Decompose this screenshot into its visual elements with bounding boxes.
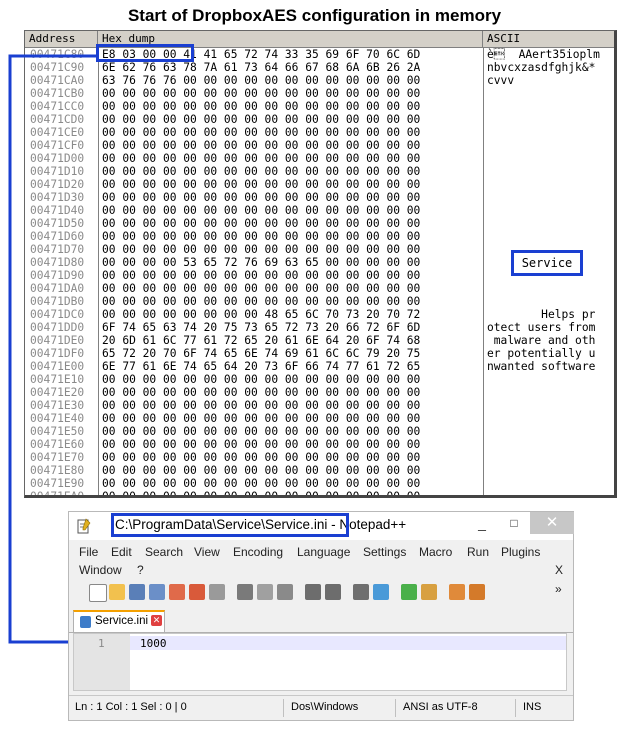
highlight-file-path: [111, 513, 349, 537]
file-icon: [80, 616, 91, 628]
tab-bar: Service.ini ✕: [69, 610, 573, 633]
current-line-highlight: [130, 636, 566, 650]
toolbar: »: [69, 582, 573, 606]
notepad-app-icon: [77, 518, 91, 534]
close-window-button[interactable]: ✕: [530, 512, 574, 534]
maximize-button[interactable]: □: [499, 512, 529, 534]
menu-edit[interactable]: Edit: [111, 545, 132, 559]
notepad-titlebar: C:\ProgramData\Service\Service.ini - Not…: [69, 512, 574, 540]
status-eol: Dos\Windows: [291, 701, 359, 713]
status-position: Ln : 1 Col : 1 Sel : 0 | 0: [75, 701, 187, 713]
copy-icon[interactable]: [257, 584, 273, 600]
tab-close-icon[interactable]: ✕: [151, 615, 162, 626]
find-icon[interactable]: [353, 584, 369, 600]
menu-run[interactable]: Run: [467, 545, 489, 559]
line-number: 1: [98, 637, 105, 650]
menu-bar: File Edit Search View Encoding Language …: [69, 542, 573, 580]
word-wrap-icon[interactable]: [469, 584, 485, 600]
menu-search[interactable]: Search: [145, 545, 183, 559]
cut-icon[interactable]: [237, 584, 253, 600]
tab-service-ini[interactable]: Service.ini ✕: [73, 610, 165, 632]
sync-scroll-icon[interactable]: [449, 584, 465, 600]
status-mode: INS: [523, 701, 542, 713]
tab-label: Service.ini: [95, 615, 149, 627]
menu-window[interactable]: Window: [79, 563, 122, 577]
zoom-in-icon[interactable]: [401, 584, 417, 600]
file-content[interactable]: 1000: [140, 637, 167, 650]
editor-area[interactable]: 1 1000: [73, 633, 567, 691]
menu-plugins[interactable]: Plugins: [501, 545, 540, 559]
menu-encoding[interactable]: Encoding: [233, 545, 283, 559]
status-divider: [515, 699, 516, 717]
zoom-out-icon[interactable]: [421, 584, 437, 600]
close-file-icon[interactable]: [169, 584, 185, 600]
replace-icon[interactable]: [373, 584, 389, 600]
menu-view[interactable]: View: [194, 545, 220, 559]
undo-icon[interactable]: [305, 584, 321, 600]
save-all-icon[interactable]: [149, 584, 165, 600]
toolbar-overflow-icon[interactable]: »: [555, 582, 562, 596]
menu-language[interactable]: Language: [297, 545, 350, 559]
notepad-window: C:\ProgramData\Service\Service.ini - Not…: [68, 511, 574, 721]
menu-file[interactable]: File: [79, 545, 98, 559]
status-divider: [283, 699, 284, 717]
menu-macro[interactable]: Macro: [419, 545, 452, 559]
open-file-icon[interactable]: [109, 584, 125, 600]
close-all-icon[interactable]: [189, 584, 205, 600]
window-title: C:\ProgramData\Service\Service.ini - Not…: [111, 513, 406, 537]
menu-help[interactable]: ?: [137, 563, 144, 577]
redo-icon[interactable]: [325, 584, 341, 600]
menu-close-doc[interactable]: X: [555, 563, 563, 577]
status-divider: [395, 699, 396, 717]
minimize-button[interactable]: _: [467, 512, 497, 534]
status-bar: Ln : 1 Col : 1 Sel : 0 | 0 Dos\Windows A…: [69, 695, 573, 720]
new-file-icon[interactable]: [89, 584, 107, 602]
paste-icon[interactable]: [277, 584, 293, 600]
save-icon[interactable]: [129, 584, 145, 600]
print-icon[interactable]: [209, 584, 225, 600]
status-encoding: ANSI as UTF-8: [403, 701, 478, 713]
menu-settings[interactable]: Settings: [363, 545, 406, 559]
